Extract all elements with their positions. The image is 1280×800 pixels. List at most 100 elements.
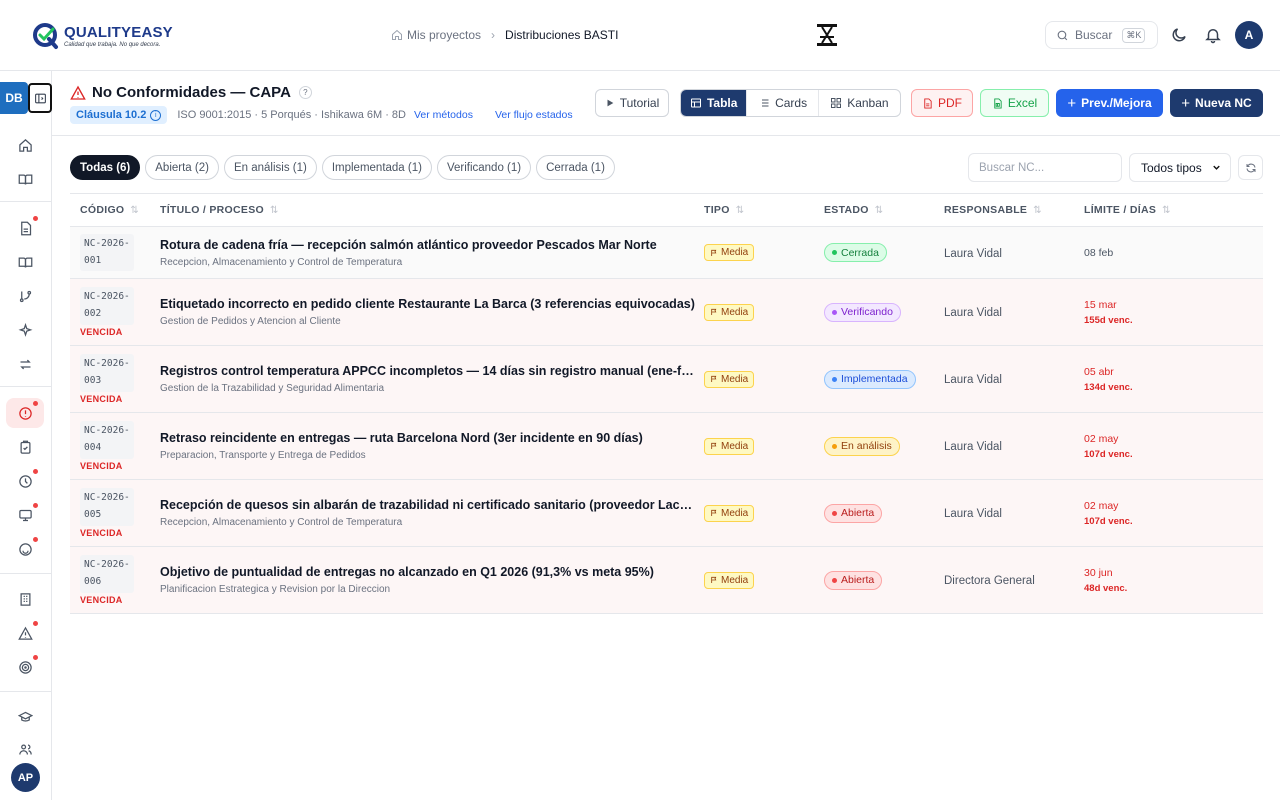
sidebar-item-docs[interactable] [6, 164, 44, 194]
export-pdf-button[interactable]: PDF [911, 89, 973, 117]
nc-title[interactable]: Objetivo de puntualidad de entregas no a… [160, 565, 696, 579]
table-row[interactable]: NC-2026- 006 VENCIDA Objetivo de puntuali… [70, 547, 1263, 614]
nc-code-prefix: NC-2026- [84, 425, 130, 437]
col-limit[interactable]: LÍMITE / DÍAS ⇅ [1084, 204, 1224, 216]
col-type[interactable]: TIPO ⇅ [704, 204, 824, 216]
status-dot [832, 376, 837, 382]
limit-date: 15 mar [1084, 298, 1117, 311]
moon-icon[interactable] [1170, 26, 1188, 44]
view-kanban-label: Kanban [847, 96, 889, 110]
nc-search-input[interactable]: Buscar NC... [968, 153, 1122, 182]
refresh-button[interactable] [1238, 155, 1263, 180]
view-table-button[interactable]: Tabla [681, 90, 748, 116]
nc-limit-cell: 02 may 107d venc. [1084, 500, 1224, 527]
sidebar-item-documents[interactable] [6, 213, 44, 243]
filter-implemented[interactable]: Implementada (1) [321, 155, 432, 180]
clause-badge[interactable]: Cláusula 10.2 i [70, 106, 168, 124]
sidebar-item-users[interactable] [6, 734, 44, 764]
sidebar-item-objectives[interactable] [6, 652, 44, 682]
status-dot [832, 577, 837, 583]
nc-code-cell: NC-2026- 001 [70, 233, 160, 272]
help-icon[interactable]: ? [298, 86, 312, 99]
filter-all[interactable]: Todas (6) [70, 155, 141, 180]
sidebar-item-satisfaction[interactable] [6, 534, 44, 564]
col-resp[interactable]: RESPONSABLE ⇅ [944, 204, 1084, 216]
type-label: Media [721, 507, 749, 519]
nc-code[interactable]: NC-2026- 006 [80, 555, 134, 593]
nc-state-cell: Verificando [824, 302, 944, 322]
nc-title[interactable]: Registros control temperatura APPCC inco… [160, 364, 696, 378]
arrows-swap-icon [19, 359, 31, 369]
sparkles-icon [18, 322, 32, 337]
table-row[interactable]: NC-2026- 001 Rotura de cadena fría — rece… [70, 227, 1263, 279]
view-flow-link[interactable]: Ver flujo estados [495, 109, 573, 121]
nc-code-cell: NC-2026- 002 VENCIDA [70, 287, 160, 337]
table-body: NC-2026- 001 Rotura de cadena fría — rece… [70, 227, 1263, 614]
status-dot [832, 443, 837, 449]
sidebar-item-interactions[interactable] [6, 349, 44, 379]
home-icon [392, 29, 402, 40]
view-methods-link[interactable]: Ver métodos [414, 109, 473, 121]
filter-open[interactable]: Abierta (2) [145, 155, 219, 180]
sidebar-item-manual[interactable] [6, 247, 44, 277]
file-pdf-icon [924, 97, 932, 109]
filter-verifying[interactable]: Verificando (1) [436, 155, 532, 180]
user-avatar[interactable]: A [1235, 21, 1263, 49]
table-row[interactable]: NC-2026- 005 VENCIDA Recepción de quesos … [70, 480, 1263, 547]
bell-icon[interactable] [1204, 26, 1222, 44]
nc-title[interactable]: Etiquetado incorrecto en pedido cliente … [160, 297, 696, 311]
global-search-label: Buscar [1075, 28, 1113, 42]
export-excel-button[interactable]: Excel [980, 89, 1049, 117]
expired-label: VENCIDA [80, 594, 123, 605]
nc-code[interactable]: NC-2026- 002 [80, 287, 134, 325]
sidebar-item-audits[interactable] [6, 432, 44, 462]
type-select-value: Todos tipos [1141, 160, 1202, 175]
sidebar-item-history[interactable] [6, 466, 44, 496]
project-badge[interactable]: DB [0, 82, 28, 114]
sidebar-item-training[interactable] [6, 702, 44, 732]
nc-code[interactable]: NC-2026- 005 [80, 488, 134, 526]
nc-code[interactable]: NC-2026- 001 [80, 233, 134, 272]
nc-title[interactable]: Retraso reincidente en entregas — ruta B… [160, 431, 696, 445]
filter-analysis[interactable]: En análisis (1) [223, 155, 317, 180]
sidebar-item-home[interactable] [6, 130, 44, 160]
view-kanban-button[interactable]: Kanban [819, 90, 900, 116]
expired-label: VENCIDA [80, 326, 123, 337]
filter-closed[interactable]: Cerrada (1) [536, 155, 615, 180]
sidebar-item-nonconformities[interactable] [6, 398, 44, 428]
nc-title-cell: Objetivo de puntualidad de entregas no a… [160, 565, 704, 595]
col-state[interactable]: ESTADO ⇅ [824, 204, 944, 216]
sidebar-collapse-button[interactable] [28, 83, 52, 113]
state-label: Verificando [841, 306, 893, 318]
sidebar-item-processes[interactable] [6, 281, 44, 311]
brand-logo[interactable]: QUALITYEASY Calidad que trabaja. No que … [32, 22, 173, 50]
overdue-days: 107d venc. [1084, 515, 1133, 527]
sidebar-item-equipment[interactable] [6, 500, 44, 530]
col-title[interactable]: TÍTULO / PROCESO ⇅ [160, 204, 704, 216]
tutorial-button[interactable]: Tutorial [595, 89, 669, 117]
table-row[interactable]: NC-2026- 002 VENCIDA Etiquetado incorrect… [70, 279, 1263, 346]
user-avatar-sidebar[interactable]: AP [11, 763, 40, 792]
breadcrumb-home[interactable]: Mis proyectos [407, 28, 481, 42]
sidebar-item-organization[interactable] [6, 584, 44, 614]
col-code[interactable]: CÓDIGO ⇅ [70, 204, 160, 216]
nc-code[interactable]: NC-2026- 003 [80, 354, 134, 392]
sidebar-item-ai[interactable] [6, 315, 44, 345]
nc-code[interactable]: NC-2026- 004 [80, 421, 134, 459]
status-dot [832, 510, 837, 516]
table-row[interactable]: NC-2026- 004 VENCIDA Retraso reincidente … [70, 413, 1263, 480]
type-select[interactable]: Todos tipos [1129, 153, 1231, 182]
sidebar-item-risks[interactable] [6, 618, 44, 648]
nc-title[interactable]: Recepción de quesos sin albarán de traza… [160, 498, 696, 512]
state-label: Abierta [841, 507, 875, 519]
nc-code-number: 005 [84, 509, 102, 520]
nc-code-number: 006 [84, 576, 102, 587]
table-row[interactable]: NC-2026- 003 VENCIDA Registros control te… [70, 346, 1263, 413]
global-search-button[interactable]: Buscar ⌘K [1045, 21, 1158, 49]
new-nc-button[interactable]: + Nueva NC [1170, 89, 1263, 117]
responsible: Laura Vidal [944, 441, 1002, 453]
view-cards-button[interactable]: Cards [747, 90, 819, 116]
nc-title[interactable]: Rotura de cadena fría — recepción salmón… [160, 238, 696, 252]
prev-mejora-button[interactable]: + Prev./Mejora [1056, 89, 1163, 117]
view-switcher: Tabla Cards Kanban [680, 89, 901, 117]
